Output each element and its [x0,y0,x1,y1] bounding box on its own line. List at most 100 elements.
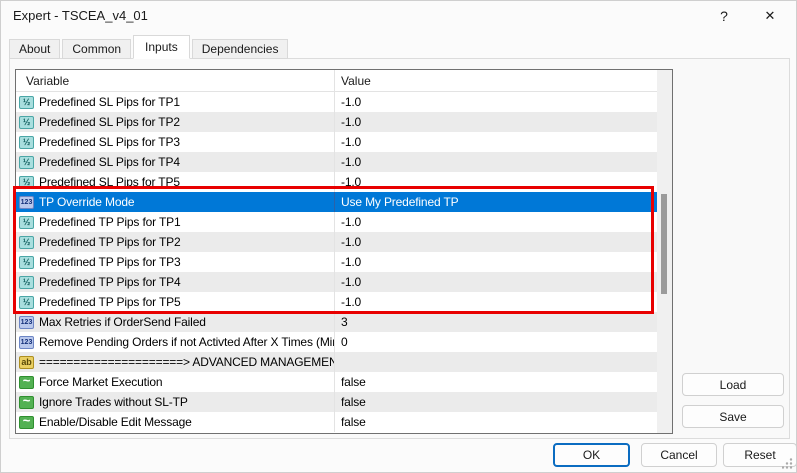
value-cell[interactable]: -1.0 [334,92,657,112]
value-cell[interactable]: -1.0 [334,252,657,272]
tab-about-label: About [19,42,50,56]
variable-value: Use My Predefined TP [341,195,459,209]
double-type-icon: ½ [19,216,34,229]
variable-name: Predefined SL Pips for TP4 [39,155,180,169]
save-button[interactable]: Save [682,405,784,428]
int-type-icon: 123 [19,336,34,349]
table-row[interactable]: ½ Predefined TP Pips for TP1 -1.0 [16,212,657,232]
variable-cell: ½ Predefined SL Pips for TP1 [16,92,334,112]
value-cell[interactable]: 0 [334,332,657,352]
table-row[interactable]: ½ Predefined TP Pips for TP5 -1.0 [16,292,657,312]
value-cell[interactable] [334,352,657,372]
value-cell[interactable]: false [334,372,657,392]
title-bar: Expert - TSCEA_v4_01 ? ✕ [1,1,796,33]
string-type-icon: ab [19,356,34,369]
variable-name: Predefined TP Pips for TP3 [39,255,181,269]
value-cell[interactable]: -1.0 [334,132,657,152]
int-type-icon: 123 [19,316,34,329]
variable-name: Remove Pending Orders if not Activted Af… [39,335,334,349]
table-row[interactable]: 123 Remove Pending Orders if not Activte… [16,332,657,352]
value-cell[interactable]: -1.0 [334,212,657,232]
variable-cell: ½ Predefined TP Pips for TP4 [16,272,334,292]
scrollbar-thumb[interactable] [661,194,667,294]
variable-name: Predefined SL Pips for TP1 [39,95,180,109]
variable-cell: ½ Predefined TP Pips for TP1 [16,212,334,232]
value-cell[interactable]: -1.0 [334,232,657,252]
table-row[interactable]: ½ Predefined TP Pips for TP2 -1.0 [16,232,657,252]
double-type-icon: ½ [19,276,34,289]
tab-inputs[interactable]: Inputs [133,35,190,59]
table-row[interactable]: 123 Max Retries if OrderSend Failed 3 [16,312,657,332]
variable-value: -1.0 [341,235,361,249]
bool-type-icon: ~ [19,396,34,409]
variable-cell: ½ Predefined SL Pips for TP3 [16,132,334,152]
variable-cell: 123 Remove Pending Orders if not Activte… [16,332,334,352]
help-button[interactable]: ? [704,1,744,31]
double-type-icon: ½ [19,256,34,269]
value-cell[interactable]: -1.0 [334,172,657,192]
value-cell[interactable]: -1.0 [334,112,657,132]
tab-strip: About Common Inputs Dependencies [9,35,290,59]
ok-button[interactable]: OK [553,443,630,467]
value-cell[interactable]: false [334,392,657,412]
variable-name: Predefined TP Pips for TP1 [39,215,181,229]
tab-about[interactable]: About [9,39,60,59]
table-row[interactable]: ~ Enable/Disable Edit Message false [16,412,657,432]
variable-name: Max Retries if OrderSend Failed [39,315,206,329]
table-row[interactable]: ~ Force Market Execution false [16,372,657,392]
value-cell[interactable]: 3 [334,312,657,332]
tab-inputs-label: Inputs [145,40,178,54]
table-row[interactable]: ½ Predefined SL Pips for TP5 -1.0 [16,172,657,192]
variable-name: Predefined TP Pips for TP2 [39,235,181,249]
table-row[interactable]: 123 TP Override Mode Use My Predefined T… [16,192,657,212]
resize-grip-icon[interactable] [782,458,793,469]
load-button-label: Load [720,378,747,392]
close-button[interactable]: ✕ [750,1,790,31]
table-header: Variable Value [16,70,672,92]
load-button[interactable]: Load [682,373,784,396]
column-header-variable[interactable]: Variable [16,70,334,91]
tab-dependencies-label: Dependencies [202,42,279,56]
variable-value: false [341,415,366,429]
ok-button-label: OK [583,448,600,462]
value-cell[interactable]: false [334,412,657,432]
variable-cell: ½ Predefined TP Pips for TP5 [16,292,334,312]
double-type-icon: ½ [19,236,34,249]
cancel-button[interactable]: Cancel [641,443,717,467]
double-type-icon: ½ [19,156,34,169]
variable-value: -1.0 [341,155,361,169]
variable-name: =====================> ADVANCED MANAGEME… [39,355,334,369]
variable-name: Ignore Trades without SL-TP [39,395,188,409]
table-row[interactable]: ab =====================> ADVANCED MANAG… [16,352,657,372]
table-row[interactable]: ½ Predefined SL Pips for TP3 -1.0 [16,132,657,152]
tab-common-label: Common [72,42,121,56]
cancel-button-label: Cancel [660,448,697,462]
variable-cell: ~ Enable/Disable Edit Message [16,412,334,432]
vertical-scrollbar[interactable] [657,70,672,433]
table-row[interactable]: ½ Predefined SL Pips for TP1 -1.0 [16,92,657,112]
close-icon: ✕ [765,8,776,24]
tab-dependencies[interactable]: Dependencies [192,39,289,59]
table-row[interactable]: ½ Predefined TP Pips for TP3 -1.0 [16,252,657,272]
int-type-icon: 123 [19,196,34,209]
variable-value: 0 [341,335,348,349]
variable-cell: ~ Force Market Execution [16,372,334,392]
reset-button-label: Reset [744,448,775,462]
variable-value: -1.0 [341,275,361,289]
variable-value: false [341,395,366,409]
table-rows: ½ Predefined SL Pips for TP1 -1.0 ½ Pred… [16,92,657,432]
table-row[interactable]: ½ Predefined TP Pips for TP4 -1.0 [16,272,657,292]
column-header-value[interactable]: Value [334,70,672,91]
variable-value: -1.0 [341,295,361,309]
table-row[interactable]: ~ Ignore Trades without SL-TP false [16,392,657,412]
table-row[interactable]: ½ Predefined SL Pips for TP2 -1.0 [16,112,657,132]
variable-cell: ~ Ignore Trades without SL-TP [16,392,334,412]
variable-value: -1.0 [341,255,361,269]
value-cell[interactable]: -1.0 [334,152,657,172]
value-cell[interactable]: -1.0 [334,292,657,312]
variable-value: -1.0 [341,115,361,129]
value-cell[interactable]: Use My Predefined TP [334,192,657,212]
value-cell[interactable]: -1.0 [334,272,657,292]
tab-common[interactable]: Common [62,39,131,59]
table-row[interactable]: ½ Predefined SL Pips for TP4 -1.0 [16,152,657,172]
